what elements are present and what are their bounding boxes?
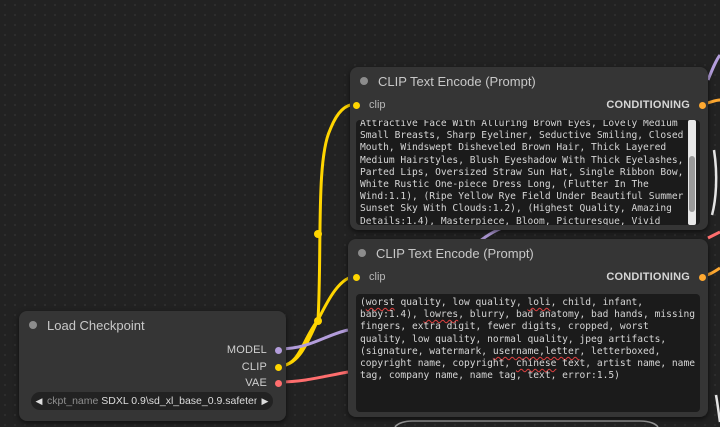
conditioning-output-label: CONDITIONING	[606, 99, 690, 111]
collapse-dot-icon[interactable]	[358, 249, 366, 257]
prompt-text: Attractive Face With Alluring Brown Eyes…	[360, 120, 684, 225]
node-title-bar[interactable]: Load Checkpoint	[19, 311, 286, 339]
text-part: quality, low quality,	[394, 297, 528, 308]
clip-wire-midpoint-1	[314, 230, 322, 238]
ckpt-name-value: SDXL 0.9\sd_xl_base_0.9.safetensors	[101, 395, 257, 407]
misspelled-word: username,letter	[492, 345, 580, 357]
node-title: Load Checkpoint	[47, 317, 145, 333]
vae-wire	[278, 370, 349, 384]
image-wire-right	[710, 149, 718, 216]
misspelled-word: worst	[365, 297, 395, 308]
ckpt-name-display: ckpt_name SDXL 0.9\sd_xl_base_0.9.safete…	[47, 395, 257, 407]
clip-output-label: CLIP	[241, 361, 267, 373]
node-title: CLIP Text Encode (Prompt)	[378, 73, 536, 89]
conditioning-output-dot-icon[interactable]	[699, 273, 706, 281]
clip-input-label: clip	[369, 271, 386, 283]
conditioning-output-label: CONDITIONING	[606, 271, 690, 283]
model-output-dot-icon[interactable]	[275, 346, 282, 354]
model-output-slot[interactable]: MODEL	[227, 343, 282, 357]
node-title: CLIP Text Encode (Prompt)	[376, 245, 534, 261]
textarea-scrollbar-thumb[interactable]	[689, 156, 695, 212]
vae-output-dot-icon[interactable]	[275, 379, 282, 387]
load-checkpoint-node[interactable]: Load Checkpoint MODEL CLIP VAE ◀ ckpt_na…	[19, 311, 286, 421]
clip-text-encode-positive-node[interactable]: CLIP Text Encode (Prompt) clip CONDITION…	[350, 67, 708, 230]
node-title-bar[interactable]: CLIP Text Encode (Prompt)	[350, 67, 708, 95]
node-title-bar[interactable]: CLIP Text Encode (Prompt)	[348, 239, 708, 267]
triangle-left-icon[interactable]: ◀	[31, 396, 47, 407]
vae-output-slot[interactable]: VAE	[245, 376, 282, 390]
prompt-textarea[interactable]: (worst quality, low quality, loli, child…	[356, 294, 700, 412]
misspelled-word: chinese	[515, 358, 557, 370]
vae-output-label: VAE	[245, 377, 267, 389]
ckpt-name-label: ckpt_name	[47, 395, 99, 407]
clip-input-label: clip	[369, 99, 386, 111]
clip-wire-midpoint-2	[314, 317, 322, 325]
vae-wire-right	[707, 230, 720, 240]
clip-wire-negative	[278, 274, 358, 368]
textarea-scrollbar[interactable]	[688, 120, 696, 225]
conditioning-output-dot-icon[interactable]	[699, 101, 706, 109]
clip-output-slot[interactable]: CLIP	[242, 360, 282, 374]
clip-input-slot[interactable]: clip	[353, 98, 386, 112]
model-wire	[278, 328, 349, 351]
clip-text-encode-negative-node[interactable]: CLIP Text Encode (Prompt) clip CONDITION…	[348, 239, 708, 417]
triangle-right-icon[interactable]: ▶	[257, 396, 273, 407]
misspelled-word: lowres	[423, 309, 459, 321]
clip-output-dot-icon[interactable]	[275, 363, 282, 371]
image-wire-right-lower	[714, 394, 720, 423]
collapse-dot-icon[interactable]	[360, 77, 368, 85]
model-output-label: MODEL	[226, 344, 267, 356]
clip-input-dot-icon[interactable]	[353, 273, 360, 281]
clip-input-dot-icon[interactable]	[353, 101, 360, 109]
prompt-textarea[interactable]: Attractive Face With Alluring Brown Eyes…	[356, 120, 700, 225]
collapse-dot-icon[interactable]	[29, 321, 37, 329]
conditioning-output-slot[interactable]: CONDITIONING	[606, 98, 706, 112]
partial-node-outline	[394, 420, 659, 427]
conditioning-output-slot[interactable]: CONDITIONING	[606, 270, 706, 284]
prompt-text: (worst quality, low quality, loli, child…	[360, 297, 696, 382]
clip-wire-positive	[278, 102, 358, 368]
ckpt-name-combo[interactable]: ◀ ckpt_name SDXL 0.9\sd_xl_base_0.9.safe…	[31, 392, 273, 410]
clip-input-slot[interactable]: clip	[353, 270, 386, 284]
model-wire-right	[706, 54, 720, 81]
misspelled-word: loli	[527, 297, 551, 308]
